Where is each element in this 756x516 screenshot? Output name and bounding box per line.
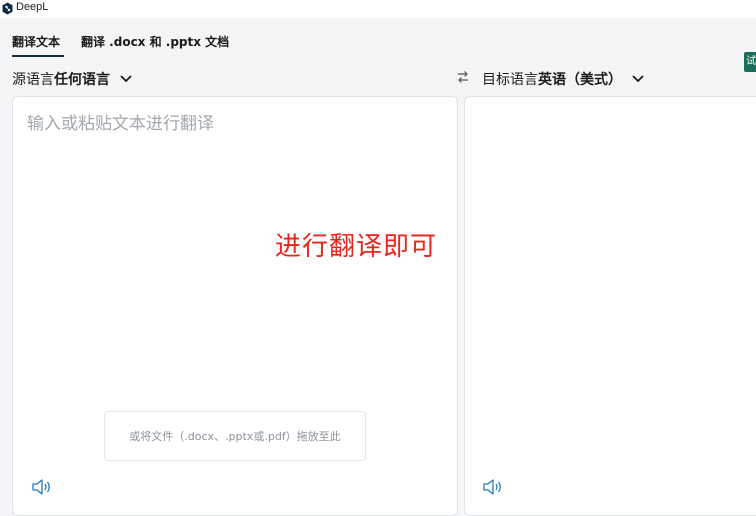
target-language-selector[interactable]: 目标语言 英语（美式） [482,68,644,90]
tab-bar: 翻译文本 翻译 .docx 和 .pptx 文档 试 [0,18,756,72]
speaker-icon[interactable] [31,478,53,496]
target-text-panel [464,96,756,516]
target-language-value: 英语（美式） [538,72,622,88]
title-bar: DeepL [0,0,756,18]
active-tab-indicator [12,55,64,57]
corner-action-button[interactable]: 试 [744,52,756,72]
file-dropzone[interactable]: 或将文件（.docx、.pptx或.pdf）拖放至此 [104,411,366,461]
swap-languages-icon[interactable] [456,70,470,84]
chevron-down-icon [120,75,132,83]
dropzone-label: 或将文件（.docx、.pptx或.pdf）拖放至此 [129,430,341,443]
chevron-down-icon [632,75,644,83]
tab-translate-text[interactable]: 翻译文本 [12,33,60,50]
app-title: DeepL [16,1,49,13]
annotation-note: 进行翻译即可 [275,232,438,262]
deepl-logo-icon [2,2,13,15]
target-language-prefix: 目标语言 [482,72,538,88]
speaker-icon[interactable] [482,478,504,496]
source-language-value: 任何语言 [54,72,110,88]
source-language-selector[interactable]: 源语言 任何语言 [12,68,132,90]
source-language-prefix: 源语言 [12,72,54,88]
tab-translate-documents[interactable]: 翻译 .docx 和 .pptx 文档 [81,33,229,50]
